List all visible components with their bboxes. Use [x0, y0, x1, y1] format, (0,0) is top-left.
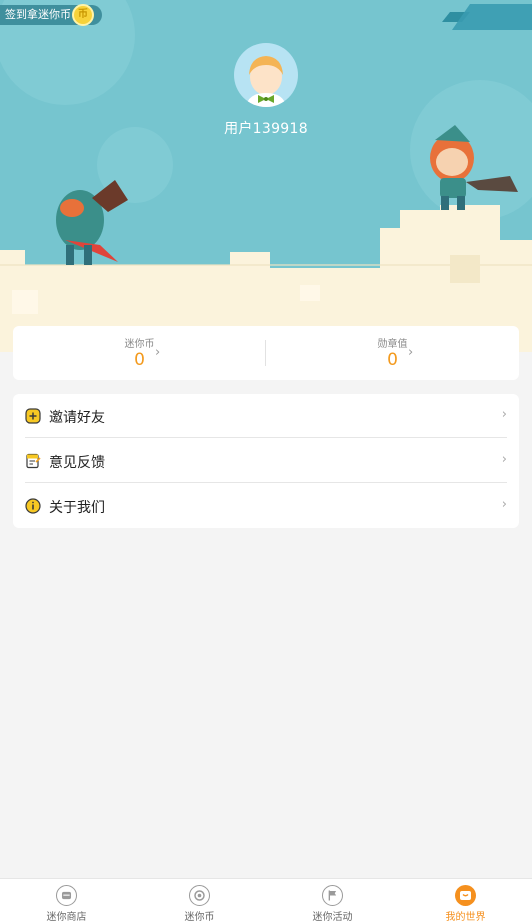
coin-icon: 币 [72, 4, 94, 26]
my-world-icon [455, 885, 476, 906]
menu-item-feedback[interactable]: 意见反馈 › [13, 439, 519, 483]
medal-points-value: 0 [387, 350, 398, 370]
tab-mini-store[interactable]: 迷你商店 [0, 879, 133, 923]
menu-item-label: 关于我们 [49, 500, 105, 516]
tab-label: 迷你活动 [312, 912, 353, 923]
tab-mini-coins[interactable]: 迷你币 [133, 879, 266, 923]
mini-coins-value: 0 [134, 350, 145, 370]
menu-item-label: 邀请好友 [49, 410, 105, 426]
mini-coins-stat[interactable]: 迷你币 0 › [13, 326, 266, 380]
stats-card: 迷你币 0 › 勋章值 0 › [13, 326, 519, 380]
invite-plus-icon [25, 408, 41, 424]
medal-points-stat[interactable]: 勋章值 0 › [266, 326, 519, 380]
coin-icon [189, 885, 210, 906]
medal-points-label: 勋章值 [377, 339, 408, 350]
username: 用户139918 [224, 121, 308, 137]
menu-item-label: 意见反馈 [49, 455, 105, 471]
chevron-right-icon: › [501, 497, 507, 512]
tab-label: 我的世界 [445, 912, 486, 923]
profile-hero: 签到拿迷你币 币 用户139918 [0, 0, 532, 352]
chevron-right-icon: › [501, 407, 507, 422]
signin-coins-button[interactable]: 签到拿迷你币 币 [0, 4, 102, 26]
chevron-right-icon: › [501, 452, 507, 467]
mini-coins-label: 迷你币 [124, 339, 155, 350]
feedback-note-icon [26, 453, 41, 469]
avatar-icon [246, 56, 286, 107]
avatar[interactable] [234, 43, 298, 107]
tab-my-world[interactable]: 我的世界 [399, 879, 532, 923]
signin-label: 签到拿迷你币 [5, 8, 71, 21]
info-icon [25, 498, 41, 514]
settings-menu: 邀请好友 › 意见反馈 › 关于我们 › [13, 394, 519, 528]
tab-mini-activities[interactable]: 迷你活动 [266, 879, 399, 923]
tab-label: 迷你币 [184, 912, 215, 923]
flag-icon [322, 885, 343, 906]
tab-label: 迷你商店 [46, 912, 87, 923]
store-icon [56, 885, 77, 906]
chevron-right-icon: › [408, 345, 414, 360]
menu-item-about-us[interactable]: 关于我们 › [13, 484, 519, 528]
chevron-right-icon: › [155, 345, 161, 360]
menu-item-invite-friends[interactable]: 邀请好友 › [13, 394, 519, 438]
bottom-nav: 迷你商店 迷你币 迷你活动 我的世界 [0, 878, 532, 923]
